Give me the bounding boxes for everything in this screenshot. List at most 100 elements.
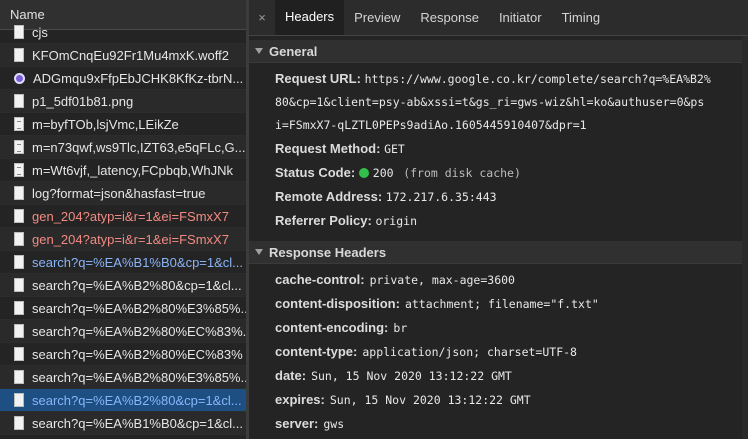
request-method-value: GET [384, 142, 405, 156]
request-name: search?q=%EA%B1%B0&cp=1&cl... [32, 254, 244, 270]
request-row[interactable]: search?q=%EA%B2%80%E3%85%... [0, 366, 246, 389]
request-row[interactable]: gen_204?atyp=i&r=1&ei=FSmxX7 [0, 205, 246, 228]
request-row[interactable]: p1_5df01b81.png [0, 90, 246, 113]
referrer-policy-value: origin [375, 214, 417, 228]
request-name: KFOmCnqEu92Fr1Mu4mxK.woff2 [32, 47, 229, 63]
response-header-value: Sun, 15 Nov 2020 13:12:22 GMT [311, 369, 512, 383]
close-details-icon[interactable]: × [249, 0, 275, 35]
file-icon [14, 416, 24, 430]
request-url-row: Request URL: https://www.google.co.kr/co… [249, 63, 748, 137]
request-row[interactable]: search?q=%EA%B2%80%EC%83% [0, 343, 246, 366]
response-headers-list: cache-control: private, max-age=3600 conte… [249, 264, 748, 436]
file-icon [14, 347, 24, 361]
tab-timing[interactable]: Timing [552, 0, 611, 35]
request-url-line-2: 80&cp=1&client=psy-ab&xssi=t&gs_ri=gws-w… [275, 95, 705, 109]
request-name: gen_204?atyp=i&r=1&ei=FSmxX7 [32, 208, 229, 224]
tab-headers[interactable]: Headers [275, 0, 345, 35]
file-icon [14, 94, 24, 108]
file-icon [14, 186, 24, 200]
request-name: m=byfTOb,lsjVmc,LEikZe [32, 116, 179, 132]
response-header-value: private, max-age=3600 [369, 273, 515, 287]
request-row[interactable]: m=n73qwf,ws9Tlc,IZT63,e5qFLc,G... [0, 136, 246, 159]
request-name: search?q=%EA%B2%80%E3%85%... [32, 369, 246, 385]
request-name: search?q=%EA%B2%80%EC%83%... [32, 323, 246, 339]
request-row[interactable]: log?format=json&hasfast=true [0, 182, 246, 205]
file-icon [14, 25, 24, 39]
status-code-value: 200 [372, 166, 394, 180]
response-header-row: server: gws [249, 412, 748, 436]
request-name: log?format=json&hasfast=true [32, 185, 206, 201]
response-header-row: expires: Sun, 15 Nov 2020 13:12:22 GMT [249, 388, 748, 412]
request-row[interactable]: search?q=%EA%B2%80%E3%85%... [0, 297, 246, 320]
request-name: m=n73qwf,ws9Tlc,IZT63,e5qFLc,G... [32, 139, 246, 155]
request-row[interactable]: ADGmqu9xFfpEbJCHK8KfKz-tbrN... [0, 67, 246, 90]
request-name: ADGmqu9xFfpEbJCHK8KfKz-tbrN... [33, 70, 244, 86]
details-tab-bar: × Headers Preview Response Initiator Tim… [249, 0, 748, 36]
response-header-key: content-type: [275, 344, 358, 359]
referrer-policy-label: Referrer Policy: [275, 213, 372, 228]
status-ok-icon [358, 168, 369, 178]
status-note: (from disk cache) [403, 166, 521, 180]
general-section-title: General [269, 43, 318, 59]
response-headers-section-title: Response Headers [269, 244, 387, 260]
status-code-label: Status Code: [275, 165, 356, 180]
file-icon [14, 278, 24, 292]
request-row[interactable]: search?q=%EA%B1%B0&cp=1&cl... [0, 251, 246, 274]
response-header-row: content-disposition: attachment; filename… [249, 292, 748, 316]
response-header-key: content-encoding: [275, 320, 389, 335]
request-row[interactable]: search?q=%EA%B2%80%EC%83%... [0, 320, 246, 343]
general-section-header[interactable]: General [249, 40, 748, 63]
name-column-label: Name [10, 7, 45, 22]
request-url-label: Request URL: [275, 71, 361, 86]
document-icon [14, 163, 24, 177]
response-header-key: content-disposition: [275, 296, 400, 311]
font-icon [14, 72, 25, 84]
request-row[interactable]: m=byfTOb,lsjVmc,LEikZe [0, 113, 246, 136]
request-url-line-1: https://www.google.co.kr/complete/search… [364, 72, 711, 86]
response-header-row: cache-control: private, max-age=3600 [249, 268, 748, 292]
tab-preview[interactable]: Preview [344, 0, 410, 35]
remote-address-label: Remote Address: [275, 189, 383, 204]
file-icon [14, 48, 24, 62]
response-header-row: date: Sun, 15 Nov 2020 13:12:22 GMT [249, 364, 748, 388]
request-name: p1_5df01b81.png [32, 93, 134, 109]
response-header-value: attachment; filename="f.txt" [404, 297, 599, 311]
response-header-value: Sun, 15 Nov 2020 13:12:22 GMT [329, 393, 531, 407]
request-row[interactable]: cjs [0, 21, 246, 44]
request-name: m=Wt6vjf,_latency,FCpbqb,WhJNk [32, 162, 233, 178]
tab-response[interactable]: Response [410, 0, 489, 35]
request-row[interactable]: gen_204?atyp=i&r=1&ei=FSmxX7 [0, 228, 246, 251]
file-icon [14, 232, 24, 246]
file-icon [14, 209, 24, 223]
request-row[interactable]: KFOmCnqEu92Fr1Mu4mxK.woff2 [0, 44, 246, 67]
request-method-row: Request Method: GET [249, 137, 748, 161]
file-icon [14, 255, 24, 269]
triangle-down-icon [255, 48, 263, 54]
file-icon [14, 324, 24, 338]
request-row[interactable]: search?q=%EA%B2%80&cp=1&cl... [0, 389, 246, 412]
request-name: search?q=%EA%B1%B0&cp=1&cl... [32, 415, 244, 431]
response-header-key: date: [275, 368, 307, 383]
response-header-row: content-encoding: br [249, 316, 748, 340]
request-name: gen_204?atyp=i&r=1&ei=FSmxX7 [32, 231, 229, 247]
document-icon [14, 140, 24, 154]
response-header-value: gws [323, 417, 345, 431]
triangle-down-icon [255, 249, 263, 255]
tab-initiator[interactable]: Initiator [489, 0, 552, 35]
request-method-label: Request Method: [275, 141, 381, 156]
request-list-panel: Name cjs KFOmCnqEu92Fr1Mu4mxK.woff2 ADGmqu… [0, 0, 246, 439]
response-headers-section-header[interactable]: Response Headers [249, 241, 748, 264]
request-url-line-3: i=FSmxX7-qLZTL0PEPs9adiAo.1605445910407&… [275, 118, 587, 132]
request-name: search?q=%EA%B2%80&cp=1&cl... [32, 392, 242, 408]
details-scrollbar[interactable] [742, 36, 748, 439]
request-name: search?q=%EA%B2%80%EC%83% [32, 346, 243, 362]
document-icon [14, 117, 24, 131]
request-name: search?q=%EA%B2%80&cp=1&cl... [32, 277, 242, 293]
request-row[interactable]: search?q=%EA%B1%B0&cp=1&cl... [0, 412, 246, 435]
remote-address-value: 172.217.6.35:443 [385, 190, 497, 204]
request-row[interactable]: search?q=%EA%B2%80&cp=1&cl... [0, 274, 246, 297]
remote-address-row: Remote Address: 172.217.6.35:443 [249, 185, 748, 209]
file-icon [14, 393, 24, 407]
request-name: search?q=%EA%B2%80%E3%85%... [32, 300, 246, 316]
request-row[interactable]: m=Wt6vjf,_latency,FCpbqb,WhJNk [0, 159, 246, 182]
